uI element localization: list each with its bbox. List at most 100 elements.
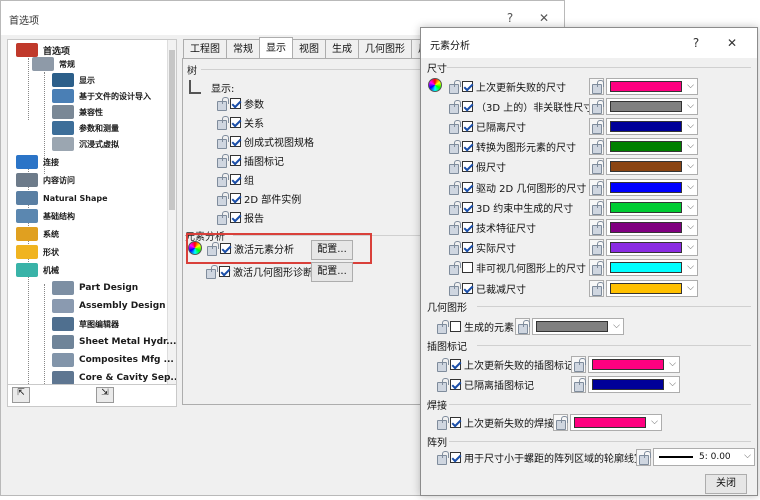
- lock-icon[interactable]: [590, 140, 604, 155]
- chevron-down-icon[interactable]: ⌵: [687, 262, 694, 272]
- tree-item[interactable]: 沉浸式虚拟: [52, 136, 119, 152]
- lock-icon[interactable]: [590, 220, 604, 235]
- tab[interactable]: 生成: [325, 39, 359, 59]
- color-combo[interactable]: ⌵: [571, 375, 680, 393]
- color-combo[interactable]: ⌵: [589, 218, 698, 236]
- preferences-close-button[interactable]: ✕: [533, 8, 555, 28]
- lock-icon[interactable]: [447, 281, 461, 296]
- color-combo[interactable]: ⌵: [589, 279, 698, 297]
- chevron-down-icon[interactable]: ⌵: [669, 359, 676, 369]
- chevron-down-icon[interactable]: ⌵: [687, 121, 694, 131]
- display-option-checkbox[interactable]: [230, 211, 241, 223]
- lock-icon[interactable]: [204, 264, 218, 279]
- option-checkbox[interactable]: [462, 141, 473, 153]
- lock-icon[interactable]: [447, 200, 461, 215]
- tree-item[interactable]: 连接: [16, 154, 59, 170]
- chevron-down-icon[interactable]: ⌵: [687, 141, 694, 151]
- chevron-down-icon[interactable]: ⌵: [687, 242, 694, 252]
- display-option-checkbox[interactable]: [230, 173, 241, 185]
- tree-item[interactable]: Composites Mfg ...: [52, 352, 174, 368]
- display-option-checkbox[interactable]: [230, 192, 241, 204]
- dialog-help-button[interactable]: ?: [685, 34, 707, 52]
- chevron-down-icon[interactable]: ⌵: [687, 161, 694, 171]
- lock-icon[interactable]: [215, 191, 229, 206]
- color-combo[interactable]: ⌵: [571, 355, 680, 373]
- chevron-down-icon[interactable]: ⌵: [687, 182, 694, 192]
- color-combo[interactable]: ⌵: [589, 77, 698, 95]
- color-combo[interactable]: ⌵: [589, 138, 698, 156]
- tree-item[interactable]: 兼容性: [52, 104, 103, 120]
- option-checkbox[interactable]: [462, 80, 473, 92]
- tree-item[interactable]: 显示: [52, 72, 95, 88]
- tab[interactable]: 工程图: [183, 39, 227, 59]
- option-checkbox[interactable]: [450, 358, 461, 370]
- configure-diagnosis-button[interactable]: 配置...: [311, 262, 353, 282]
- lock-icon[interactable]: [447, 241, 461, 256]
- lock-icon[interactable]: [435, 450, 449, 465]
- lock-icon[interactable]: [435, 415, 449, 430]
- tree-item[interactable]: Part Design: [52, 280, 138, 296]
- tree-scrollbar-thumb[interactable]: [169, 50, 175, 210]
- lock-icon[interactable]: [215, 134, 229, 149]
- tree-item[interactable]: Sheet Metal Hydr...: [52, 334, 176, 350]
- option-checkbox[interactable]: [462, 201, 473, 213]
- configure-analysis-button[interactable]: 配置...: [311, 240, 353, 260]
- option-checkbox[interactable]: [462, 181, 473, 193]
- tree-item[interactable]: 基础结构: [16, 208, 75, 224]
- color-combo[interactable]: ⌵: [589, 239, 698, 257]
- lock-icon[interactable]: [447, 140, 461, 155]
- tree-item[interactable]: Core & Cavity Sep...: [52, 370, 176, 384]
- lock-icon[interactable]: [572, 357, 586, 372]
- lock-icon[interactable]: [590, 160, 604, 175]
- lock-icon[interactable]: [590, 200, 604, 215]
- chevron-down-icon[interactable]: ⌵: [669, 379, 676, 389]
- chevron-down-icon[interactable]: ⌵: [687, 81, 694, 91]
- lock-icon[interactable]: [590, 180, 604, 195]
- tree-item[interactable]: 基于文件的设计导入: [52, 88, 151, 104]
- lock-icon[interactable]: [590, 119, 604, 134]
- lock-icon[interactable]: [215, 172, 229, 187]
- lock-icon[interactable]: [572, 377, 586, 392]
- tree-item[interactable]: 常规: [32, 56, 75, 72]
- lock-icon[interactable]: [215, 96, 229, 111]
- tree-item[interactable]: Natural Shape: [16, 190, 108, 206]
- dialog-close-icon[interactable]: ✕: [721, 34, 743, 52]
- color-combo[interactable]: ⌵: [589, 178, 698, 196]
- display-option-checkbox[interactable]: [230, 154, 241, 166]
- option-checkbox[interactable]: [462, 161, 473, 173]
- chevron-down-icon[interactable]: ⌵: [687, 283, 694, 293]
- close-button[interactable]: 关闭: [705, 474, 747, 494]
- chevron-down-icon[interactable]: ⌵: [613, 321, 620, 331]
- chevron-down-icon[interactable]: ⌵: [687, 202, 694, 212]
- option-checkbox[interactable]: [450, 320, 461, 332]
- tree-item[interactable]: 机械: [16, 262, 59, 278]
- tree-tool-icon-1[interactable]: ⇱: [12, 387, 30, 403]
- option-checkbox[interactable]: [462, 262, 473, 274]
- option-checkbox[interactable]: [462, 221, 473, 233]
- lock-icon[interactable]: [637, 450, 651, 465]
- lock-icon[interactable]: [205, 241, 219, 256]
- display-option-checkbox[interactable]: [230, 116, 241, 128]
- tab[interactable]: 几何图形: [358, 39, 412, 59]
- lock-icon[interactable]: [516, 319, 530, 334]
- lock-icon[interactable]: [590, 99, 604, 114]
- color-combo[interactable]: ⌵: [589, 97, 698, 115]
- chevron-down-icon[interactable]: ⌵: [687, 101, 694, 111]
- lock-icon[interactable]: [590, 79, 604, 94]
- lock-icon[interactable]: [447, 79, 461, 94]
- array-linewidth-combo[interactable]: 5: 0.00 ⌵: [636, 448, 755, 466]
- lock-icon[interactable]: [447, 160, 461, 175]
- color-combo[interactable]: ⌵: [553, 413, 662, 431]
- color-combo[interactable]: ⌵: [589, 198, 698, 216]
- color-combo[interactable]: ⌵: [589, 158, 698, 176]
- activate-analysis-checkbox[interactable]: [220, 242, 231, 254]
- lock-icon[interactable]: [447, 220, 461, 235]
- lock-icon[interactable]: [590, 281, 604, 296]
- lock-icon[interactable]: [435, 357, 449, 372]
- tree-tool-icon-2[interactable]: ⇲: [96, 387, 114, 403]
- tree-item[interactable]: 参数和测量: [52, 120, 119, 136]
- tree-item[interactable]: 内容访问: [16, 172, 75, 188]
- lock-icon[interactable]: [447, 119, 461, 134]
- tree-item[interactable]: 形状: [16, 244, 59, 260]
- display-option-checkbox[interactable]: [230, 135, 241, 147]
